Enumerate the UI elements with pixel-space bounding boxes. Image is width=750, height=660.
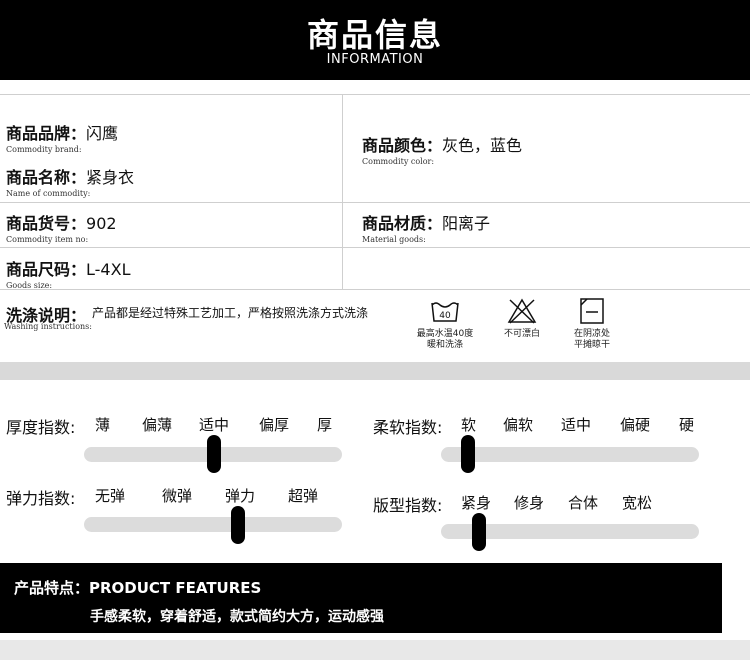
divider [0, 247, 750, 248]
thickness-option: 偏薄 [142, 416, 173, 434]
wash-temp-text: 40 [439, 311, 451, 321]
thickness-indicator [207, 435, 221, 473]
softness-track [441, 447, 699, 462]
softness-option: 硬 [679, 416, 695, 434]
item-no-value: 902 [86, 214, 117, 233]
size-en: Goods size: [6, 281, 53, 290]
brand-value: 闪鹰 [86, 124, 119, 143]
fit-indicator [472, 513, 486, 551]
name-label: 商品名称： [6, 168, 87, 187]
fabric-metrics: 厚度指数: 薄 偏薄 适中 偏厚 厚 柔软指数: 软 偏软 适中 偏硬 硬 弹力… [0, 380, 750, 563]
size-row: 商品尺码：L-4XL Goods size: [6, 256, 130, 290]
washing-instructions: 洗涤说明： 产品都是经过特殊工艺加工，严格按照洗涤方式洗涤 Washing in… [0, 297, 750, 362]
softness-label: 柔软指数: [373, 418, 443, 437]
name-row: 商品名称：紧身衣 Name of commodity: [6, 164, 134, 198]
washing-value: 产品都是经过特殊工艺加工，严格按照洗涤方式洗涤 [92, 306, 369, 320]
elasticity-option: 微弹 [162, 487, 193, 505]
product-features: 产品特点：PRODUCT FEATURES 手感柔软，穿着舒适，款式简约大方，运… [0, 563, 722, 633]
shade-dry-item: 在阴凉处 平摊晾干 [572, 297, 612, 351]
thickness-option: 厚 [317, 416, 333, 434]
features-description: 手感柔软，穿着舒适，款式简约大方，运动感强 [90, 609, 384, 625]
shade-dry-caption: 在阴凉处 [573, 329, 610, 339]
elasticity-option: 无弹 [95, 487, 126, 505]
no-bleach-item: 不可漂白 [502, 297, 542, 340]
item-no-label: 商品货号： [6, 214, 87, 233]
no-bleach-caption: 不可漂白 [503, 329, 540, 339]
brand-row: 商品品牌：闪鹰 Commodity brand: [6, 120, 118, 154]
size-value: L-4XL [86, 260, 131, 279]
section-divider-band [0, 362, 750, 380]
fit-option: 宽松 [622, 494, 653, 512]
brand-en: Commodity brand: [6, 145, 82, 154]
elasticity-option: 超弹 [288, 487, 319, 505]
page-title: 商品信息 [306, 16, 443, 54]
color-label: 商品颜色： [362, 136, 443, 155]
softness-option: 适中 [561, 416, 592, 434]
thickness-option: 偏厚 [259, 416, 290, 434]
wash-40-item: 40 最高水温40度 暖和洗涤 [417, 297, 473, 351]
size-label: 商品尺码： [6, 260, 87, 279]
wash-40-caption: 最高水温40度 [416, 329, 474, 339]
item-no-en: Commodity item no: [6, 235, 89, 244]
brand-label: 商品品牌： [6, 124, 87, 143]
fit-option: 紧身 [461, 494, 492, 512]
material-label: 商品材质： [362, 214, 443, 233]
fit-option: 修身 [514, 494, 545, 512]
thickness-label: 厚度指数: [6, 418, 76, 437]
thickness-option: 薄 [95, 416, 111, 434]
wash-40-caption-2: 暖和洗涤 [426, 340, 463, 350]
softness-option: 偏硬 [620, 416, 651, 434]
color-value: 灰色，蓝色 [442, 136, 523, 155]
color-en: Commodity color: [362, 157, 435, 166]
thickness-option: 适中 [199, 416, 230, 434]
fit-option: 合体 [568, 494, 599, 512]
elasticity-track [84, 517, 342, 532]
name-en: Name of commodity: [6, 189, 91, 198]
elasticity-indicator [231, 506, 245, 544]
name-value: 紧身衣 [86, 168, 135, 187]
fit-label: 版型指数: [373, 496, 443, 515]
softness-option: 偏软 [503, 416, 534, 434]
elasticity-label: 弹力指数: [6, 489, 76, 508]
material-value: 阳离子 [442, 214, 491, 233]
shade-dry-icon [580, 298, 604, 324]
no-bleach-icon [507, 298, 537, 324]
color-row: 商品颜色：灰色，蓝色 Commodity color: [362, 132, 522, 166]
material-row: 商品材质：阳离子 Material goods: [362, 210, 490, 244]
page-subtitle: INFORMATION [326, 52, 424, 67]
header-banner: 商品信息 INFORMATION [0, 0, 750, 80]
material-en: Material goods: [362, 235, 426, 244]
item-no-row: 商品货号：902 Commodity item no: [6, 210, 117, 244]
softness-option: 软 [461, 416, 477, 434]
elasticity-option: 弹力 [225, 487, 256, 505]
features-title: 产品特点：PRODUCT FEATURES [14, 579, 262, 597]
washing-en: Washing instructions: [4, 322, 92, 331]
divider [0, 202, 750, 203]
wash-40-icon: 40 [431, 302, 459, 322]
shade-dry-caption-2: 平摊晾干 [573, 340, 610, 350]
divider [0, 94, 750, 95]
bottom-band [0, 640, 750, 660]
softness-indicator [461, 435, 475, 473]
divider [342, 94, 343, 289]
